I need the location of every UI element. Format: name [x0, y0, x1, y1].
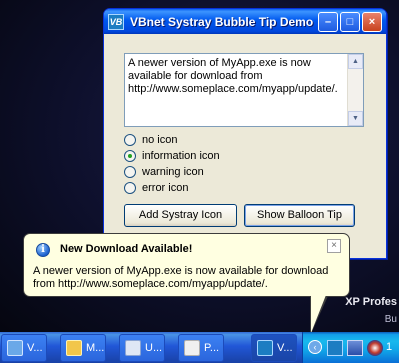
- scroll-up-arrow-icon[interactable]: ▲: [348, 54, 363, 69]
- scroll-down-arrow-icon[interactable]: ▼: [348, 111, 363, 126]
- show-balloon-tip-button[interactable]: Show Balloon Tip: [244, 204, 355, 227]
- taskbar-button[interactable]: U...: [119, 334, 165, 362]
- taskbar-button[interactable]: M...: [60, 334, 106, 362]
- option-label: information icon: [142, 150, 220, 162]
- option-label: warning icon: [142, 166, 204, 178]
- desktop-subtext: Bu: [384, 314, 397, 325]
- taskbar-button-label: U...: [145, 342, 163, 354]
- document-icon: [125, 340, 141, 356]
- option-label: error icon: [142, 182, 189, 194]
- message-textbox[interactable]: A newer version of MyApp.exe is now avai…: [124, 53, 364, 127]
- taskbar-button[interactable]: P...: [178, 334, 224, 362]
- title-bar[interactable]: VB VBnet Systray Bubble Tip Demo – □ ×: [104, 9, 386, 34]
- balloon-tip[interactable]: i New Download Available! × A newer vers…: [23, 233, 350, 297]
- close-button[interactable]: ×: [362, 11, 382, 32]
- window-icon: [7, 340, 23, 356]
- option-information-icon[interactable]: information icon: [124, 149, 220, 163]
- balloon-close-icon[interactable]: ×: [327, 239, 341, 253]
- vb-app-icon[interactable]: VB: [108, 13, 124, 30]
- taskbar-button-active[interactable]: V...: [251, 334, 297, 362]
- maximize-button[interactable]: □: [340, 11, 360, 32]
- network-icon[interactable]: [347, 340, 363, 356]
- option-error-icon[interactable]: error icon: [124, 181, 188, 195]
- balloon-tail-fill: [311, 295, 326, 333]
- message-text[interactable]: A newer version of MyApp.exe is now avai…: [128, 57, 345, 96]
- desktop-watermark: XP Profes: [345, 296, 397, 308]
- radio-no-icon[interactable]: [124, 134, 136, 146]
- minimize-button[interactable]: –: [318, 11, 338, 32]
- add-systray-icon-button[interactable]: Add Systray Icon: [124, 204, 237, 227]
- option-no-icon[interactable]: no icon: [124, 133, 177, 147]
- taskbar-button[interactable]: V...: [1, 334, 47, 362]
- system-tray: ‹: [302, 332, 399, 363]
- taskbar-clock[interactable]: 1: [386, 341, 392, 353]
- option-warning-icon[interactable]: warning icon: [124, 165, 204, 179]
- paint-icon: [184, 340, 200, 356]
- window-client: A newer version of MyApp.exe is now avai…: [104, 34, 386, 258]
- vb-icon: [257, 340, 273, 356]
- balloon-message: A newer version of MyApp.exe is now avai…: [33, 265, 329, 290]
- option-label: no icon: [142, 134, 178, 146]
- window-title: VBnet Systray Bubble Tip Demo: [130, 14, 314, 29]
- taskbar-button-label: P...: [204, 342, 220, 354]
- balloon-title: New Download Available!: [60, 243, 193, 255]
- radio-error-icon[interactable]: [124, 182, 136, 194]
- radio-information-icon[interactable]: [124, 150, 136, 162]
- vertical-scrollbar[interactable]: ▲ ▼: [347, 54, 363, 126]
- radio-warning-icon[interactable]: [124, 166, 136, 178]
- taskbar-button-label: M...: [86, 342, 105, 354]
- information-icon: i: [36, 243, 50, 257]
- taskbar-button-label: V...: [277, 342, 293, 354]
- help-icon: [66, 340, 82, 356]
- shield-icon[interactable]: [367, 340, 383, 356]
- taskbar-button-label: V...: [27, 342, 43, 354]
- demo-window: VB VBnet Systray Bubble Tip Demo – □ × A…: [103, 8, 387, 259]
- taskbar: V... M... U... P... V... ‹ 1: [0, 332, 399, 363]
- vb-tray-icon[interactable]: [327, 340, 343, 356]
- show-hidden-icons-chevron-icon[interactable]: ‹: [308, 340, 322, 354]
